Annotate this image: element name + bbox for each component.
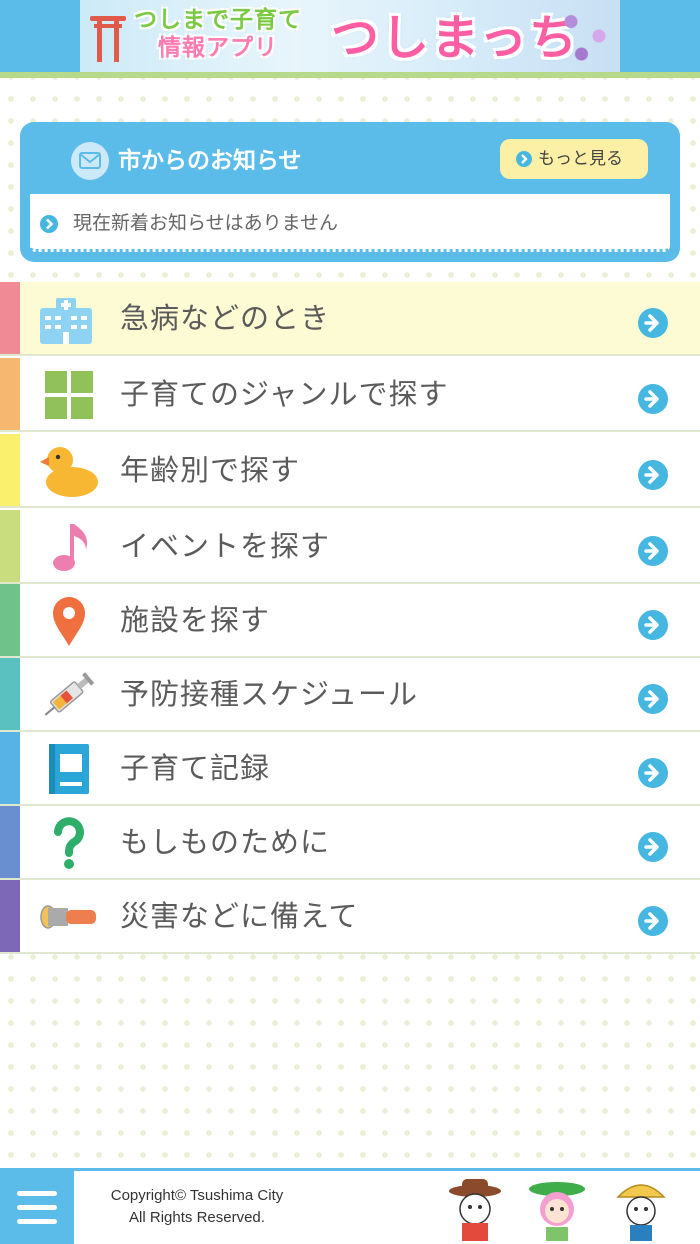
menu-item-disaster[interactable]: 災害などに備えて	[0, 880, 700, 954]
question-icon	[36, 816, 102, 870]
app-header: つしまで子育て 情報アプリ つしまっち	[0, 0, 700, 78]
arrow-right-icon	[638, 308, 668, 338]
mascot-girl-icon	[522, 1177, 592, 1241]
syringe-icon	[36, 668, 102, 722]
news-title: 市からのお知らせ	[118, 148, 302, 174]
copyright: Copyright© Tsushima City All Rights Rese…	[92, 1185, 302, 1229]
menu-item-emergency[interactable]: 急病などのとき	[0, 282, 700, 356]
menu-color-bar	[0, 358, 20, 430]
menu-color-bar	[0, 806, 20, 878]
menu-color-bar	[0, 510, 20, 582]
app-footer: Copyright© Tsushima City All Rights Rese…	[0, 1168, 700, 1244]
more-news-label: もっと見る	[538, 149, 623, 169]
menu-item-label: 年齢別で探す	[120, 453, 301, 487]
arrow-right-icon	[638, 906, 668, 936]
banner-subtitle-line1: つしまで子育て	[134, 7, 302, 33]
flashlight-icon	[36, 890, 102, 944]
wisteria-decoration	[550, 0, 620, 72]
chevron-right-icon	[516, 151, 532, 167]
menu-item-age[interactable]: 年齢別で探す	[0, 434, 700, 508]
menu-item-label: もしものために	[120, 825, 331, 859]
arrow-right-icon	[638, 460, 668, 490]
copyright-line2: All Rights Reserved.	[129, 1209, 265, 1226]
arrow-right-icon	[638, 610, 668, 640]
music-note-icon	[36, 520, 102, 574]
app-banner[interactable]: つしまで子育て 情報アプリ つしまっち	[80, 0, 620, 72]
more-news-button[interactable]: もっと見る	[500, 139, 648, 179]
menu-item-events[interactable]: イベントを探す	[0, 510, 700, 584]
menu-item-label: 災害などに備えて	[120, 899, 359, 933]
menu-item-records[interactable]: 子育て記録	[0, 732, 700, 806]
header-divider	[0, 72, 700, 78]
menu-item-label: 施設を探す	[120, 603, 271, 637]
hamburger-icon	[17, 1205, 57, 1210]
news-list: 現在新着お知らせはありません	[30, 194, 670, 252]
arrow-right-icon	[638, 536, 668, 566]
menu-item-label: イベントを探す	[120, 529, 331, 563]
menu-button[interactable]	[0, 1171, 74, 1244]
banner-subtitle: つしまで子育て 情報アプリ	[118, 6, 318, 62]
arrow-right-icon	[638, 832, 668, 862]
menu-item-vaccination[interactable]: 予防接種スケジュール	[0, 658, 700, 732]
grid-icon	[36, 368, 102, 422]
menu-item-genre[interactable]: 子育てのジャンルで探す	[0, 358, 700, 432]
arrow-right-icon	[638, 384, 668, 414]
menu-item-label: 急病などのとき	[120, 301, 331, 335]
menu-item-label: 予防接種スケジュール	[120, 677, 418, 711]
copyright-line1: Copyright© Tsushima City	[110, 1187, 284, 1204]
menu-item-label: 子育てのジャンルで探す	[120, 377, 449, 411]
hamburger-icon	[17, 1219, 57, 1224]
city-news-card: 市からのお知らせ もっと見る 現在新着お知らせはありません	[20, 122, 680, 262]
chevron-right-icon	[40, 215, 58, 233]
menu-color-bar	[0, 584, 20, 656]
mail-icon	[71, 142, 109, 180]
arrow-right-icon	[638, 684, 668, 714]
arrow-right-icon	[638, 758, 668, 788]
menu-color-bar	[0, 880, 20, 952]
mascot-cowboy-icon	[440, 1177, 510, 1241]
banner-subtitle-line2: 情報アプリ	[158, 35, 278, 61]
hamburger-icon	[17, 1191, 57, 1196]
menu-color-bar	[0, 732, 20, 804]
duck-icon	[36, 444, 102, 498]
menu-color-bar	[0, 282, 20, 354]
hospital-icon	[36, 292, 102, 346]
notebook-icon	[36, 742, 102, 796]
map-pin-icon	[36, 594, 102, 648]
main-menu: 急病などのとき 子育てのジャンルで探す 年齢別で探す イベントを探す 施設を探す…	[0, 282, 700, 956]
mascot-farmer-icon	[606, 1177, 676, 1241]
menu-item-just-in-case[interactable]: もしものために	[0, 806, 700, 880]
menu-color-bar	[0, 658, 20, 730]
menu-item-label: 子育て記録	[120, 751, 271, 785]
menu-item-facilities[interactable]: 施設を探す	[0, 584, 700, 658]
menu-color-bar	[0, 434, 20, 506]
news-empty-message: 現在新着お知らせはありません	[73, 212, 339, 234]
